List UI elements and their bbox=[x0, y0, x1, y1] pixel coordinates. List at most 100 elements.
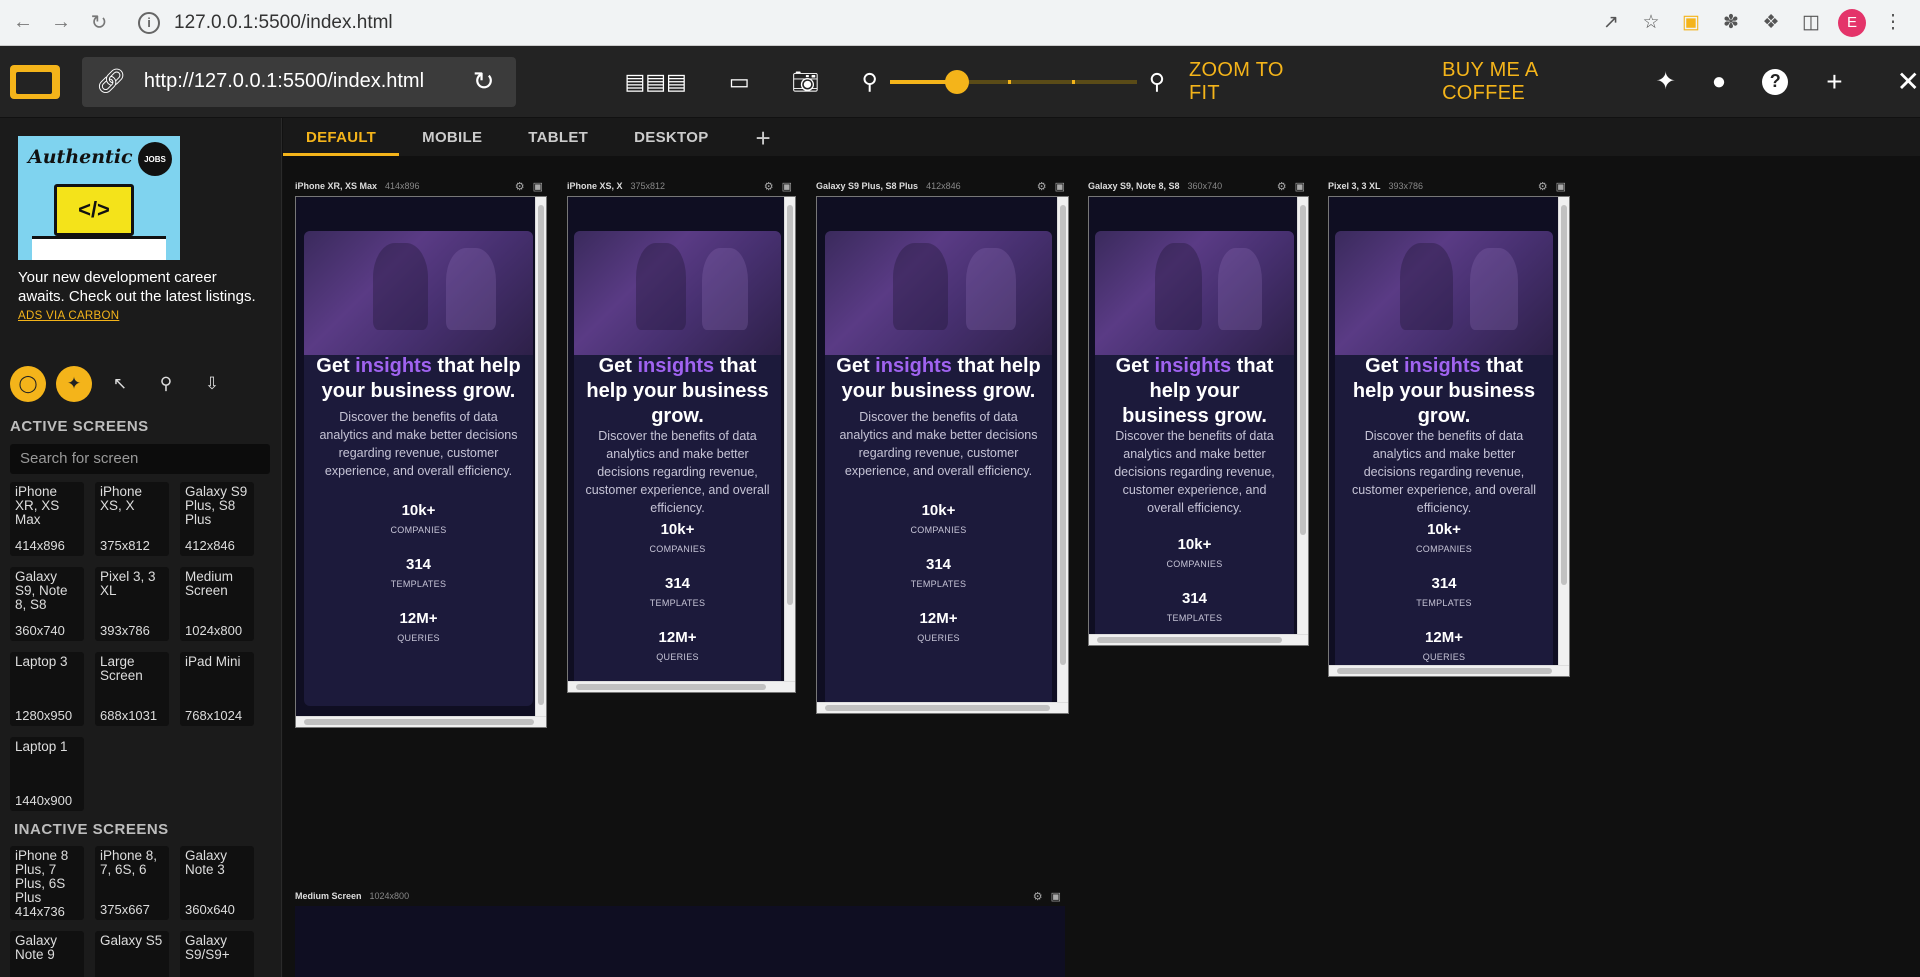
vertical-scrollbar[interactable] bbox=[535, 197, 546, 716]
screen-card[interactable]: Pixel 3, 3 XL 393x786 bbox=[95, 567, 169, 641]
tab-desktop[interactable]: DESKTOP bbox=[611, 129, 731, 156]
reload-icon[interactable]: ↻ bbox=[84, 8, 114, 38]
puzzle-extensions-icon[interactable]: ❖ bbox=[1758, 10, 1784, 36]
screen-card[interactable]: iPhone XS, X 375x812 bbox=[95, 482, 169, 556]
camera-icon[interactable]: ▣ bbox=[1051, 890, 1061, 903]
ad-text[interactable]: Your new development career awaits. Chec… bbox=[18, 268, 263, 306]
vertical-scrollbar[interactable] bbox=[1558, 197, 1569, 665]
mouse-sync-icon[interactable]: ◯ bbox=[10, 366, 46, 402]
zoom-slider-knob[interactable] bbox=[944, 69, 969, 94]
screen-card[interactable]: iPhone 8, 7, 6S, 6 375x667 bbox=[95, 846, 169, 920]
screen-card[interactable]: Galaxy S5 bbox=[95, 931, 169, 977]
side-panel-icon[interactable]: ◫ bbox=[1798, 10, 1824, 36]
camera-icon[interactable]: ▣ bbox=[533, 180, 543, 193]
inspect-element-icon[interactable]: ↖ bbox=[102, 366, 138, 402]
screen-card[interactable]: Galaxy Note 9 bbox=[10, 931, 84, 977]
add-tab-icon[interactable]: + bbox=[732, 123, 783, 156]
screenshot-camera-icon[interactable]: 📷︎ bbox=[792, 69, 820, 95]
camera-icon[interactable]: ▣ bbox=[1295, 180, 1305, 193]
ads-via-carbon-link[interactable]: ADS VIA CARBON bbox=[18, 310, 263, 322]
site-info-icon[interactable]: i bbox=[138, 11, 160, 34]
help-icon[interactable]: ? bbox=[1762, 68, 1789, 95]
scrollbar-thumb[interactable] bbox=[787, 205, 793, 605]
share-icon[interactable]: ↗ bbox=[1598, 10, 1624, 36]
forward-icon[interactable]: → bbox=[46, 8, 76, 38]
screen-card[interactable]: Galaxy S9 Plus, S8 Plus 412x846 bbox=[180, 482, 254, 556]
twitter-icon[interactable]: ✦ bbox=[1656, 67, 1676, 96]
columns-layout-icon[interactable]: ▤▤▤ bbox=[624, 69, 686, 95]
device-header: iPhone XR, XS Max 414x896 ⚙ ▣ bbox=[295, 176, 547, 196]
scrollbar-thumb[interactable] bbox=[538, 205, 544, 705]
gear-icon[interactable]: ⚙ bbox=[515, 180, 525, 193]
tab-default[interactable]: DEFAULT bbox=[283, 129, 400, 156]
hero-description: Discover the benefits of data analytics … bbox=[1351, 429, 1537, 515]
refresh-icon[interactable]: ↻ bbox=[473, 66, 495, 97]
horizontal-scrollbar[interactable] bbox=[1089, 634, 1308, 645]
bookmark-star-icon[interactable]: ☆ bbox=[1638, 10, 1664, 36]
screen-card[interactable]: Large Screen 688x1031 bbox=[95, 652, 169, 726]
horizontal-scrollbar[interactable] bbox=[568, 681, 795, 692]
back-icon[interactable]: ← bbox=[8, 8, 38, 38]
gear-icon[interactable]: ⚙ bbox=[1277, 180, 1287, 193]
zoom-to-fit-button[interactable]: ZOOM TO FIT bbox=[1189, 59, 1320, 105]
scrollbar-thumb[interactable] bbox=[1060, 205, 1066, 665]
add-device-icon[interactable]: + bbox=[1826, 66, 1842, 98]
hero-description: Discover the benefits of data analytics … bbox=[585, 429, 770, 515]
bug-extension-icon[interactable]: ✽ bbox=[1718, 10, 1744, 36]
horizontal-scrollbar[interactable] bbox=[817, 702, 1068, 713]
vertical-scrollbar[interactable] bbox=[1057, 197, 1068, 702]
close-icon[interactable]: ✕ bbox=[1897, 65, 1920, 98]
scrollbar-thumb[interactable] bbox=[1561, 205, 1567, 585]
screen-card[interactable]: Galaxy S9, Note 8, S8 360x740 bbox=[10, 567, 84, 641]
ad-image[interactable]: Authentic JOBS </> bbox=[18, 136, 180, 260]
horizontal-scrollbar[interactable] bbox=[296, 716, 546, 727]
profile-avatar[interactable]: E bbox=[1838, 8, 1866, 37]
camera-icon[interactable]: ▣ bbox=[1055, 180, 1065, 193]
carbon-ad[interactable]: Authentic JOBS </> Your new development … bbox=[0, 118, 281, 322]
link-icon: 🔗︎ bbox=[95, 68, 127, 95]
buy-me-a-coffee-link[interactable]: BUY ME A COFFEE bbox=[1442, 59, 1626, 105]
vertical-scrollbar[interactable] bbox=[784, 197, 795, 681]
screen-card[interactable]: iPhone XR, XS Max 414x896 bbox=[10, 482, 84, 556]
gear-icon[interactable]: ⚙ bbox=[1033, 890, 1043, 903]
scrollbar-thumb[interactable] bbox=[304, 719, 534, 725]
zoom-out-icon[interactable]: ⚲ bbox=[862, 69, 878, 95]
device-rotate-icon[interactable]: ▭ bbox=[729, 69, 750, 95]
omnibox[interactable]: i 127.0.0.1:5500/index.html bbox=[128, 6, 1598, 40]
address-bar[interactable]: 🔗︎ http://127.0.0.1:5500/index.html ↻ bbox=[81, 56, 517, 107]
horizontal-scrollbar[interactable] bbox=[1329, 665, 1569, 676]
zoom-slider[interactable] bbox=[889, 69, 1137, 94]
screen-card[interactable]: Medium Screen 1024x800 bbox=[180, 567, 254, 641]
camera-icon[interactable]: ▣ bbox=[1556, 180, 1566, 193]
scrollbar-thumb[interactable] bbox=[1097, 637, 1282, 643]
screen-search-input[interactable]: Search for screen bbox=[10, 444, 270, 474]
scrollbar-thumb[interactable] bbox=[1337, 668, 1552, 674]
vertical-scrollbar[interactable] bbox=[1297, 197, 1308, 634]
tab-mobile[interactable]: MOBILE bbox=[399, 129, 505, 156]
scrollbar-thumb[interactable] bbox=[825, 705, 1050, 711]
gear-icon[interactable]: ⚙ bbox=[764, 180, 774, 193]
gear-icon[interactable]: ⚙ bbox=[1037, 180, 1047, 193]
screen-card[interactable]: Laptop 1 1440x900 bbox=[10, 737, 84, 811]
zoom-in-icon[interactable]: ⚲ bbox=[1149, 69, 1165, 95]
hero-photo bbox=[1095, 231, 1294, 355]
address-input[interactable]: http://127.0.0.1:5500/index.html bbox=[144, 70, 424, 93]
screen-card[interactable]: iPhone 8 Plus, 7 Plus, 6S Plus 414x736 bbox=[10, 846, 84, 920]
screen-card[interactable]: iPad Mini 768x1024 bbox=[180, 652, 254, 726]
github-icon[interactable]: ● bbox=[1712, 68, 1727, 96]
scrollbar-thumb[interactable] bbox=[576, 684, 766, 690]
click-sync-icon[interactable]: ✦ bbox=[56, 366, 92, 402]
responsively-extension-icon[interactable]: ▣ bbox=[1678, 10, 1704, 36]
scrollbar-thumb[interactable] bbox=[1300, 205, 1306, 535]
tab-tablet[interactable]: TABLET bbox=[505, 129, 611, 156]
stat-value: 314 bbox=[405, 556, 432, 573]
search-icon[interactable]: ⚲ bbox=[148, 366, 184, 402]
camera-icon[interactable]: ▣ bbox=[782, 180, 792, 193]
screen-card[interactable]: Laptop 3 1280x950 bbox=[10, 652, 84, 726]
screen-card[interactable]: Galaxy S9/S9+ bbox=[180, 931, 254, 977]
cloud-download-icon[interactable]: ⇩ bbox=[194, 366, 230, 402]
hero-card: Get insights that help your business gro… bbox=[574, 231, 781, 681]
gear-icon[interactable]: ⚙ bbox=[1538, 180, 1548, 193]
browser-menu-icon[interactable]: ⋮ bbox=[1880, 10, 1906, 36]
screen-card[interactable]: Galaxy Note 3 360x640 bbox=[180, 846, 254, 920]
